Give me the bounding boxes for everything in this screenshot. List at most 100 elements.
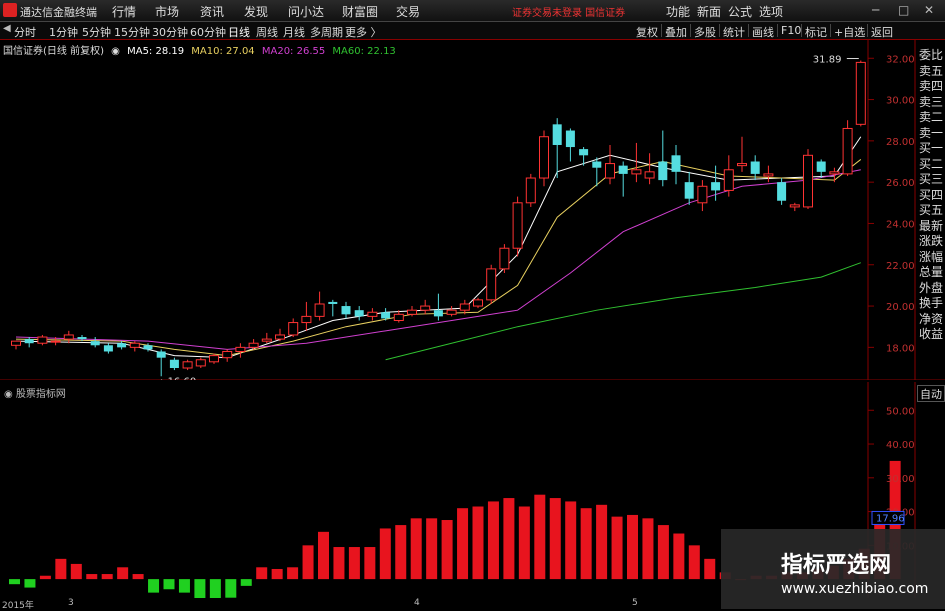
indicator-title-text: 股票指标网 [15, 389, 66, 400]
period-30min[interactable]: 30分钟 [152, 24, 188, 40]
menu-hangqing[interactable]: 行情 [112, 3, 136, 20]
legend-stock-name[interactable]: 国信证券(日线 前复权) [3, 46, 104, 57]
candle [117, 341, 127, 350]
period-5min[interactable]: 5分钟 [82, 24, 111, 40]
candle [90, 337, 100, 348]
side-tab-change-pct[interactable]: 涨幅 [917, 250, 945, 266]
menu-gongshi[interactable]: 公式 [728, 3, 752, 20]
period-fenshi[interactable]: 分时 [14, 24, 36, 40]
menu-xuanxiang[interactable]: 选项 [759, 3, 783, 20]
scroll-left-icon[interactable]: ◀ [3, 23, 11, 34]
tool-huaxian[interactable]: 画线 [752, 24, 774, 40]
login-notice[interactable]: 证券交易未登录 国信证券 [512, 4, 625, 19]
indicator-bar [302, 545, 314, 580]
indicator-bar [688, 545, 700, 580]
low-price-label: ←16.60 [159, 376, 196, 380]
price-chart[interactable]: 32.00 30.00 28.00 26.00 24.00 22.00 20.00 18.00… [0, 40, 945, 380]
period-monthly[interactable]: 月线 [283, 24, 305, 40]
indicator-bar [39, 575, 51, 580]
tool-duogu[interactable]: 多股 [694, 24, 716, 40]
tool-biaoji[interactable]: 标记 [805, 24, 827, 40]
period-weekly[interactable]: 周线 [256, 24, 278, 40]
indicator-bar [379, 528, 391, 580]
candle [341, 301, 351, 319]
candle [169, 357, 179, 371]
indicator-bar [194, 579, 206, 598]
side-tab-mai4[interactable]: 卖四 [917, 79, 945, 95]
tool-fanhui[interactable]: 返回 [871, 24, 893, 40]
indicator-title[interactable]: ◉ 股票指标网 [4, 385, 66, 400]
candle [671, 144, 681, 185]
side-tab-buy5[interactable]: 买五 [917, 203, 945, 219]
side-tab-buy1[interactable]: 买一 [917, 141, 945, 157]
period-60min[interactable]: 60分钟 [190, 24, 226, 40]
period-toolbar: ◀ 分时 1分钟 5分钟 15分钟 30分钟 60分钟 日线 周线 月线 多周期… [0, 22, 945, 40]
menu-xinmian[interactable]: 新面 [697, 3, 721, 20]
indicator-bar [704, 558, 716, 580]
divider [690, 24, 691, 37]
candle [552, 118, 562, 179]
indicator-bar [627, 514, 638, 580]
candle [182, 359, 193, 371]
menu-caifuquan[interactable]: 财富圈 [342, 3, 378, 20]
side-tab-turnover[interactable]: 换手 [917, 296, 945, 312]
menu-gongneng[interactable]: 功能 [666, 3, 690, 20]
tool-f10[interactable]: F10 [781, 24, 801, 37]
period-1min[interactable]: 1分钟 [49, 24, 78, 40]
side-tab-buy4[interactable]: 买四 [917, 188, 945, 204]
side-tab-netasset[interactable]: 净资 [917, 312, 945, 328]
tool-tongji[interactable]: 统计 [723, 24, 745, 40]
tool-zixuan[interactable]: +自选 [834, 24, 865, 40]
side-tab-weibi[interactable]: 委比 [917, 48, 945, 64]
indicator-bar [148, 579, 160, 593]
menu-faxian[interactable]: 发现 [244, 3, 268, 20]
candle [433, 293, 443, 321]
legend-settings-icon[interactable]: ◉ [111, 46, 120, 57]
side-tab-mai5[interactable]: 卖五 [917, 64, 945, 80]
candle [261, 332, 272, 344]
candle [512, 196, 523, 257]
indicator-bar [657, 525, 669, 580]
side-tab-change[interactable]: 涨跌 [917, 234, 945, 250]
side-tab-earnings[interactable]: 收益 [917, 327, 945, 343]
side-tab-buy3[interactable]: 买三 [917, 172, 945, 188]
close-button[interactable]: ✕ [924, 3, 934, 17]
price-tick-label: 20.00 [886, 302, 915, 313]
side-tab-outer[interactable]: 外盘 [917, 281, 945, 297]
auto-button[interactable]: 自动 [917, 385, 945, 402]
menu-zixun[interactable]: 资讯 [200, 3, 224, 20]
tool-fuquan[interactable]: 复权 [636, 24, 658, 40]
menu-wenxiaoda[interactable]: 问小达 [288, 3, 324, 20]
legend-ma20: MA20: 26.55 [261, 46, 326, 57]
indicator-bar [225, 579, 237, 598]
side-tab-buy2[interactable]: 买二 [917, 157, 945, 173]
side-tab-volume[interactable]: 总量 [917, 265, 945, 281]
menu-bar: 通达信金融终端 行情 市场 资讯 发现 问小达 财富圈 交易 证券交易未登录 国… [0, 0, 945, 22]
side-tab-mai2[interactable]: 卖二 [917, 110, 945, 126]
minimize-button[interactable]: ─ [872, 3, 879, 17]
candle [565, 128, 575, 162]
indicator-bar [163, 579, 175, 590]
indicator-bar [333, 547, 345, 580]
candle [644, 153, 655, 185]
indicator-bar [271, 568, 283, 580]
menu-jiaoyi[interactable]: 交易 [396, 3, 420, 20]
side-tab-mai1[interactable]: 卖一 [917, 126, 945, 142]
indicator-bar [348, 547, 360, 580]
ma-line-ma20 [15, 169, 861, 350]
side-tab-mai3[interactable]: 卖三 [917, 95, 945, 111]
period-daily[interactable]: 日线 [228, 24, 250, 40]
side-tab-latest[interactable]: 最新 [917, 219, 945, 235]
candle [539, 130, 549, 187]
indicator-bar [611, 516, 623, 580]
candle [314, 291, 325, 321]
tool-diejia[interactable]: 叠加 [665, 24, 687, 40]
maximize-button[interactable]: □ [898, 3, 909, 17]
period-15min[interactable]: 15分钟 [114, 24, 150, 40]
menu-shichang[interactable]: 市场 [155, 3, 179, 20]
period-more[interactable]: 更多 〉 [345, 24, 382, 40]
candle [195, 357, 206, 368]
candle [301, 301, 312, 331]
period-multi[interactable]: 多周期 [310, 24, 343, 40]
indicator-settings-icon[interactable]: ◉ [4, 389, 16, 400]
